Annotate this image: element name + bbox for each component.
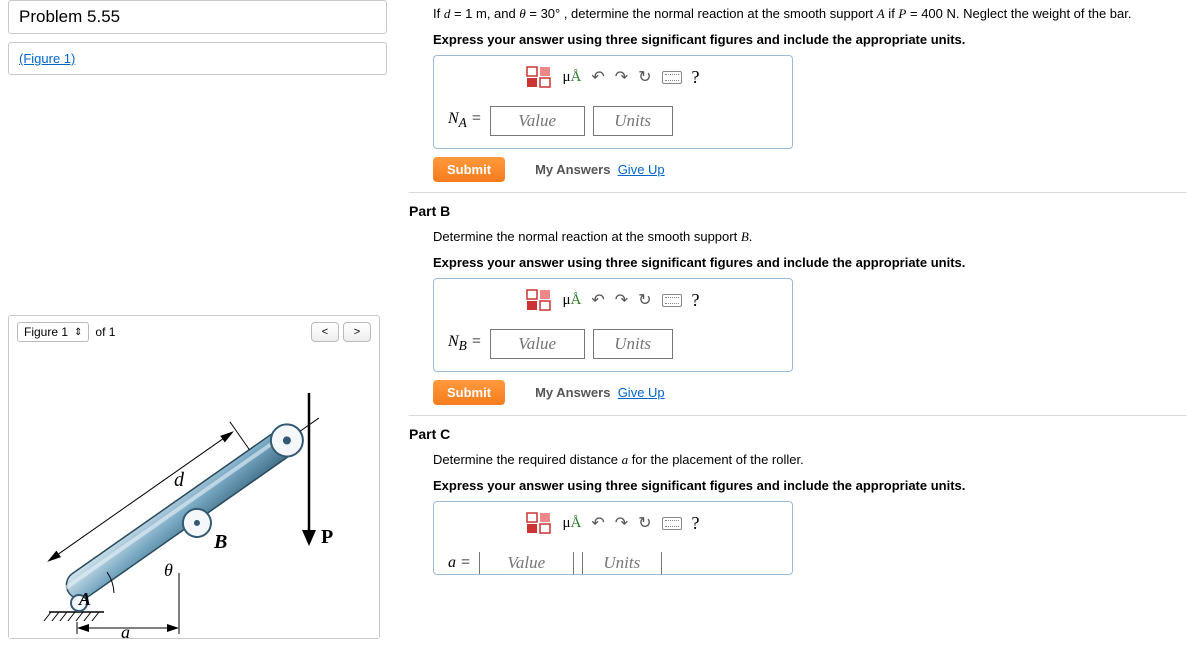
submit-button-a[interactable]: Submit (433, 157, 505, 182)
symbol-toolbar-c: μÅ ↶ ↷ ↻ ? (448, 512, 778, 534)
figure-selector-label: Figure 1 (24, 325, 68, 339)
units-angstrom-button[interactable]: μÅ (562, 515, 581, 532)
part-c-prompt: Determine the required distance a for th… (433, 450, 1186, 470)
part-c-input-row: a = (448, 552, 778, 574)
figure-link[interactable]: (Figure 1) (19, 51, 75, 66)
reset-icon[interactable]: ↻ (638, 513, 651, 533)
templates-icon[interactable] (526, 512, 552, 534)
templates-icon[interactable] (526, 289, 552, 311)
templates-icon[interactable] (526, 66, 552, 88)
keyboard-icon[interactable] (662, 517, 682, 530)
part-c-units-input[interactable] (582, 552, 662, 574)
na-label: NA = (448, 110, 482, 131)
label-P: P (321, 526, 333, 548)
part-a-actions: Submit My Answers Give Up (433, 157, 1186, 182)
keyboard-icon[interactable] (662, 294, 682, 307)
undo-icon[interactable]: ↶ (591, 513, 604, 533)
a-label: a = (448, 554, 471, 572)
part-b-instruction: Express your answer using three signific… (433, 253, 1186, 273)
problem-title: Problem 5.55 (19, 7, 376, 27)
part-c-answer-box: μÅ ↶ ↷ ↻ ? a = (433, 501, 793, 575)
figure-image: P d (9, 348, 379, 638)
help-icon[interactable]: ? (692, 513, 700, 534)
part-a-units-input[interactable] (593, 106, 673, 136)
figure-panel: Figure 1 ⇕ of 1 < > (8, 315, 380, 639)
reset-icon[interactable]: ↻ (638, 67, 651, 87)
part-b-value-input[interactable] (490, 329, 585, 359)
figure-nav: < > (311, 322, 371, 342)
figure-selector[interactable]: Figure 1 ⇕ (17, 322, 89, 342)
help-icon[interactable]: ? (692, 67, 700, 88)
redo-icon[interactable]: ↷ (615, 67, 628, 87)
part-c-title: Part C (409, 426, 1186, 442)
symbol-toolbar-b: μÅ ↶ ↷ ↻ ? (448, 289, 778, 311)
label-a: a (121, 622, 130, 638)
symbol-toolbar-a: μÅ ↶ ↷ ↻ ? (448, 66, 778, 88)
figure-next-button[interactable]: > (343, 322, 371, 342)
part-b-actions: Submit My Answers Give Up (433, 380, 1186, 405)
figure-prev-button[interactable]: < (311, 322, 339, 342)
part-a-value-input[interactable] (490, 106, 585, 136)
part-b-prompt: Determine the normal reaction at the smo… (433, 227, 1186, 247)
figure-count: of 1 (95, 325, 115, 339)
part-c-instruction: Express your answer using three signific… (433, 476, 1186, 496)
part-a-instruction: Express your answer using three signific… (433, 30, 1186, 50)
part-b-title: Part B (409, 203, 1186, 219)
give-up-link-a[interactable]: Give Up (618, 162, 665, 177)
undo-icon[interactable]: ↶ (591, 67, 604, 87)
part-b-input-row: NB = (448, 329, 778, 359)
redo-icon[interactable]: ↷ (615, 290, 628, 310)
redo-icon[interactable]: ↷ (615, 513, 628, 533)
label-A: A (78, 589, 91, 609)
my-answers-label: My Answers (535, 162, 610, 177)
separator (409, 415, 1186, 416)
reset-icon[interactable]: ↻ (638, 290, 651, 310)
units-angstrom-button[interactable]: μÅ (562, 69, 581, 86)
figure-header: Figure 1 ⇕ of 1 < > (9, 316, 379, 348)
figure-link-box: (Figure 1) (8, 42, 387, 75)
my-answers-label: My Answers (535, 385, 610, 400)
separator (409, 192, 1186, 193)
nb-label: NB = (448, 333, 482, 354)
units-angstrom-button[interactable]: μÅ (562, 292, 581, 309)
label-B: B (213, 531, 227, 553)
chevron-updown-icon: ⇕ (74, 327, 82, 338)
part-a-prompt: If d = 1 m, and θ = 30° , determine the … (433, 4, 1186, 24)
part-a-answer-box: μÅ ↶ ↷ ↻ ? NA = (433, 55, 793, 149)
part-c-value-input[interactable] (479, 552, 574, 574)
label-d: d (174, 469, 185, 491)
label-theta: θ (164, 560, 173, 580)
problem-title-box: Problem 5.55 (8, 0, 387, 34)
keyboard-icon[interactable] (662, 71, 682, 84)
part-b-units-input[interactable] (593, 329, 673, 359)
undo-icon[interactable]: ↶ (591, 290, 604, 310)
help-icon[interactable]: ? (692, 290, 700, 311)
part-b-answer-box: μÅ ↶ ↷ ↻ ? NB = (433, 278, 793, 372)
submit-button-b[interactable]: Submit (433, 380, 505, 405)
part-a-input-row: NA = (448, 106, 778, 136)
give-up-link-b[interactable]: Give Up (618, 385, 665, 400)
